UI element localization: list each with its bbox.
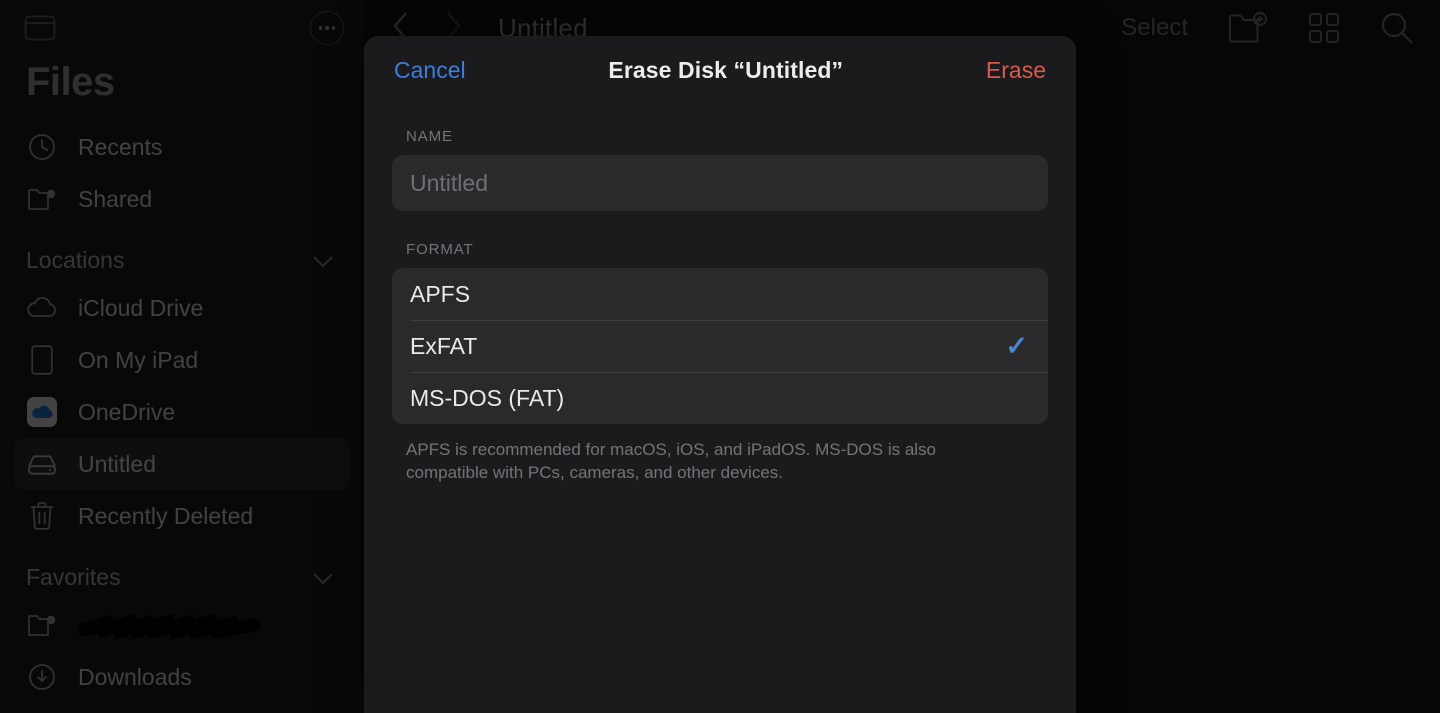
screen: Files Recents Shared xyxy=(0,0,1440,713)
format-option-msdos-fat[interactable]: MS-DOS (FAT) xyxy=(392,372,1048,424)
name-section-label: NAME xyxy=(406,128,453,145)
erase-button[interactable]: Erase xyxy=(986,57,1046,84)
name-field-wrapper[interactable] xyxy=(392,155,1048,211)
format-footer-note: APFS is recommended for macOS, iOS, and … xyxy=(406,440,937,483)
format-option-label: ExFAT xyxy=(410,332,478,359)
modal-body: NAME FORMAT APFS ExFAT ✓ MS-DOS (FAT) AP… xyxy=(364,104,1076,485)
format-option-label: APFS xyxy=(410,280,471,307)
format-section-label: FORMAT xyxy=(406,241,474,258)
format-option-label: MS-DOS (FAT) xyxy=(410,384,565,411)
format-option-exfat[interactable]: ExFAT ✓ xyxy=(392,320,1048,372)
format-options-list: APFS ExFAT ✓ MS-DOS (FAT) xyxy=(392,268,1048,424)
cancel-button[interactable]: Cancel xyxy=(394,57,466,84)
erase-disk-modal: Cancel Erase Disk “Untitled” Erase NAME … xyxy=(364,36,1076,713)
checkmark-icon: ✓ xyxy=(1005,330,1028,361)
name-input[interactable] xyxy=(410,169,1030,197)
modal-header: Cancel Erase Disk “Untitled” Erase xyxy=(364,36,1076,104)
format-option-apfs[interactable]: APFS xyxy=(392,268,1048,320)
modal-title: Erase Disk “Untitled” xyxy=(608,56,844,83)
